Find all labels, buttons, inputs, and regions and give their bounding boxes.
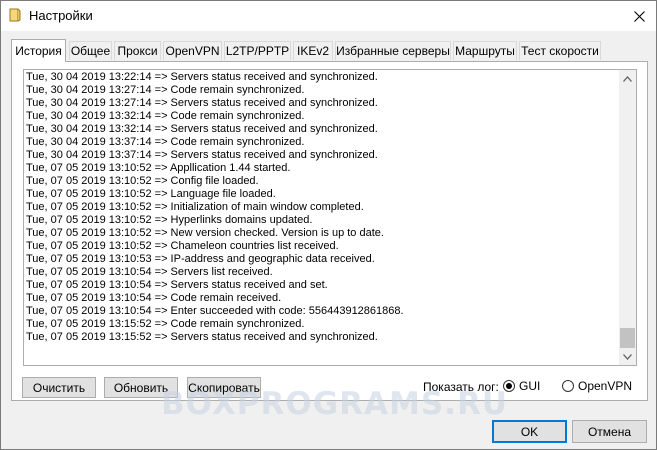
radio-unchecked-icon bbox=[562, 380, 574, 392]
log-line: Tue, 30 04 2019 13:22:14 => Servers stat… bbox=[26, 71, 378, 83]
history-panel: Tue, 30 04 2019 13:22:14 => Servers stat… bbox=[11, 61, 648, 401]
log-line: Tue, 07 05 2019 13:15:52 => Code remain … bbox=[26, 318, 305, 330]
log-line: Tue, 07 05 2019 13:10:54 => Code remain … bbox=[26, 292, 282, 304]
tab-ikev2[interactable]: IKEv2 bbox=[293, 41, 333, 60]
title-bar[interactable]: Настройки bbox=[1, 1, 656, 31]
settings-window: Настройки История Общее Прокси OpenVPN L… bbox=[0, 0, 657, 450]
cancel-button[interactable]: Отмена bbox=[572, 420, 647, 443]
close-button[interactable] bbox=[622, 1, 656, 31]
clear-button[interactable]: Очистить bbox=[22, 377, 96, 398]
window-title: Настройки bbox=[29, 8, 93, 23]
log-line: Tue, 07 05 2019 13:10:52 => Chameleon co… bbox=[26, 240, 339, 252]
log-line: Tue, 07 05 2019 13:10:52 => Appllication… bbox=[26, 162, 291, 174]
tab-openvpn[interactable]: OpenVPN bbox=[163, 41, 222, 60]
tab-speed-test[interactable]: Тест скорости bbox=[519, 41, 601, 60]
log-line: Tue, 07 05 2019 13:10:54 => Enter succee… bbox=[26, 305, 404, 317]
ok-button[interactable]: OK bbox=[492, 420, 567, 443]
log-textbox[interactable]: Tue, 30 04 2019 13:22:14 => Servers stat… bbox=[23, 69, 637, 366]
radio-gui[interactable]: GUI bbox=[503, 379, 540, 393]
log-line: Tue, 30 04 2019 13:27:14 => Code remain … bbox=[26, 84, 305, 96]
tab-proxy[interactable]: Прокси bbox=[114, 41, 161, 60]
log-line: Tue, 30 04 2019 13:32:14 => Servers stat… bbox=[26, 123, 378, 135]
log-line: Tue, 07 05 2019 13:10:52 => Initializati… bbox=[26, 201, 364, 213]
scroll-thumb[interactable] bbox=[620, 328, 635, 348]
log-line: Tue, 07 05 2019 13:10:52 => Language fil… bbox=[26, 188, 276, 200]
log-line: Tue, 30 04 2019 13:37:14 => Code remain … bbox=[26, 136, 305, 148]
scroll-up-button[interactable] bbox=[619, 70, 636, 87]
scroll-down-button[interactable] bbox=[619, 348, 636, 365]
chevron-down-icon bbox=[623, 353, 632, 360]
log-line: Tue, 30 04 2019 13:32:14 => Code remain … bbox=[26, 110, 305, 122]
radio-openvpn[interactable]: OpenVPN bbox=[562, 379, 632, 393]
log-scrollbar[interactable] bbox=[619, 70, 636, 365]
log-line: Tue, 07 05 2019 13:10:53 => IP-address a… bbox=[26, 253, 375, 265]
tab-history[interactable]: История bbox=[11, 39, 66, 62]
watermark: BOXPROGRAMS.RU bbox=[161, 386, 509, 422]
close-icon bbox=[633, 10, 645, 22]
log-line: Tue, 07 05 2019 13:10:52 => Hyperlinks d… bbox=[26, 214, 313, 226]
tab-l2tp-pptp[interactable]: L2TP/PPTP bbox=[224, 41, 291, 60]
log-lines: Tue, 30 04 2019 13:22:14 => Servers stat… bbox=[26, 71, 616, 344]
tab-favorite-servers[interactable]: Избранные серверы bbox=[335, 41, 451, 60]
log-line: Tue, 07 05 2019 13:10:52 => Config file … bbox=[26, 175, 259, 187]
app-icon bbox=[9, 8, 21, 22]
log-line: Tue, 30 04 2019 13:37:14 => Servers stat… bbox=[26, 149, 378, 161]
log-line: Tue, 07 05 2019 13:10:54 => Servers stat… bbox=[26, 279, 328, 291]
chevron-up-icon bbox=[623, 75, 632, 82]
log-line: Tue, 07 05 2019 13:10:54 => Servers list… bbox=[26, 266, 273, 278]
log-line: Tue, 07 05 2019 13:10:52 => New version … bbox=[26, 227, 384, 239]
log-line: Tue, 30 04 2019 13:27:14 => Servers stat… bbox=[26, 97, 378, 109]
tab-general[interactable]: Общее bbox=[69, 41, 112, 60]
log-line: Tue, 07 05 2019 13:15:52 => Servers stat… bbox=[26, 331, 378, 343]
radio-openvpn-label: OpenVPN bbox=[578, 379, 633, 393]
radio-gui-label: GUI bbox=[519, 379, 541, 393]
tab-routes[interactable]: Маршруты bbox=[453, 41, 517, 60]
